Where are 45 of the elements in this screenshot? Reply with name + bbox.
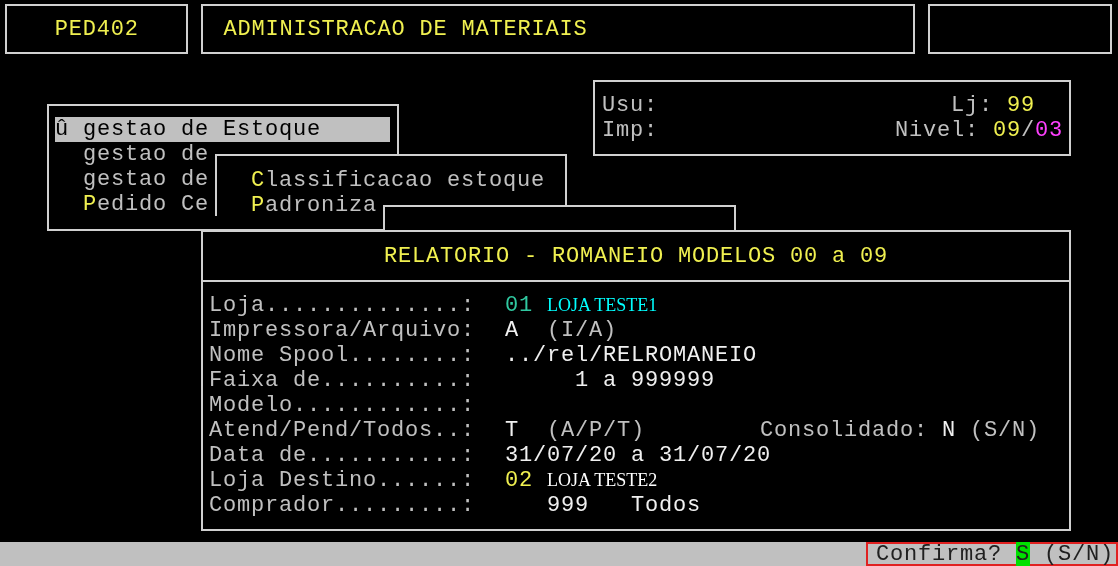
menu-item[interactable]: gestao de	[55, 142, 210, 167]
field-value: 1 a 999999	[575, 368, 716, 393]
store-number: 99	[1007, 93, 1036, 118]
field-label: Modelo............:	[209, 393, 477, 418]
field-label: Loja Destino......:	[209, 468, 477, 493]
field-label: Comprador.........:	[209, 493, 477, 518]
field-label: Consolidado:	[760, 418, 929, 443]
menu-item[interactable]: Pedido Ce	[55, 192, 210, 217]
level-separator: /	[1020, 118, 1035, 143]
sublevel-value: 03	[1035, 118, 1063, 143]
level-label: Nivel:	[894, 118, 980, 143]
field-value: 01	[505, 293, 533, 318]
field-label: Nome Spool........:	[209, 343, 477, 368]
field-value: ../rel/RELROMANEIO	[505, 343, 758, 368]
field-value: 02	[505, 468, 533, 493]
field-label: Faixa de..........:	[209, 368, 477, 393]
field-value: N	[942, 418, 957, 443]
store-label: Lj:	[950, 93, 994, 118]
field-label: Impressora/Arquivo:	[209, 318, 477, 343]
menu-item[interactable]: Padroniza	[251, 193, 378, 218]
printer-label: Imp:	[602, 118, 659, 143]
prompt-label: Confirma?	[875, 541, 1002, 566]
field-value: LOJA TESTE1	[547, 294, 658, 317]
program-code: PED402	[54, 16, 139, 42]
system-title: ADMINISTRACAO DE MATERIAIS	[223, 16, 588, 42]
menu-item[interactable]: û gestao de Estoque	[55, 117, 390, 142]
level-value: 09	[992, 118, 1021, 143]
field-value: (A/P/T)	[547, 418, 646, 443]
field-label: Atend/Pend/Todos..:	[209, 418, 477, 443]
menu-item[interactable]: gestao de	[55, 167, 210, 192]
field-value: A	[505, 318, 519, 343]
menu-item[interactable]: Classificacao estoque	[251, 168, 546, 193]
field-value: (I/A)	[547, 318, 618, 343]
report-title: RELATORIO - ROMANEIO MODELOS 00 a 09	[383, 243, 889, 269]
answer-field[interactable]: S	[1015, 541, 1030, 566]
field-value: LOJA TESTE2	[547, 469, 658, 492]
field-value: Todos	[631, 493, 702, 518]
field-label: Loja..............:	[209, 293, 477, 318]
field-value: (S/N)	[970, 418, 1041, 443]
field-label: Data de...........:	[209, 443, 477, 468]
field-value: T	[505, 418, 519, 443]
field-value: 31/07/20 a 31/07/20	[505, 443, 772, 468]
field-value: 999	[547, 493, 589, 518]
user-label: Usu:	[602, 93, 659, 118]
options-hint: (S/N)	[1044, 541, 1114, 566]
